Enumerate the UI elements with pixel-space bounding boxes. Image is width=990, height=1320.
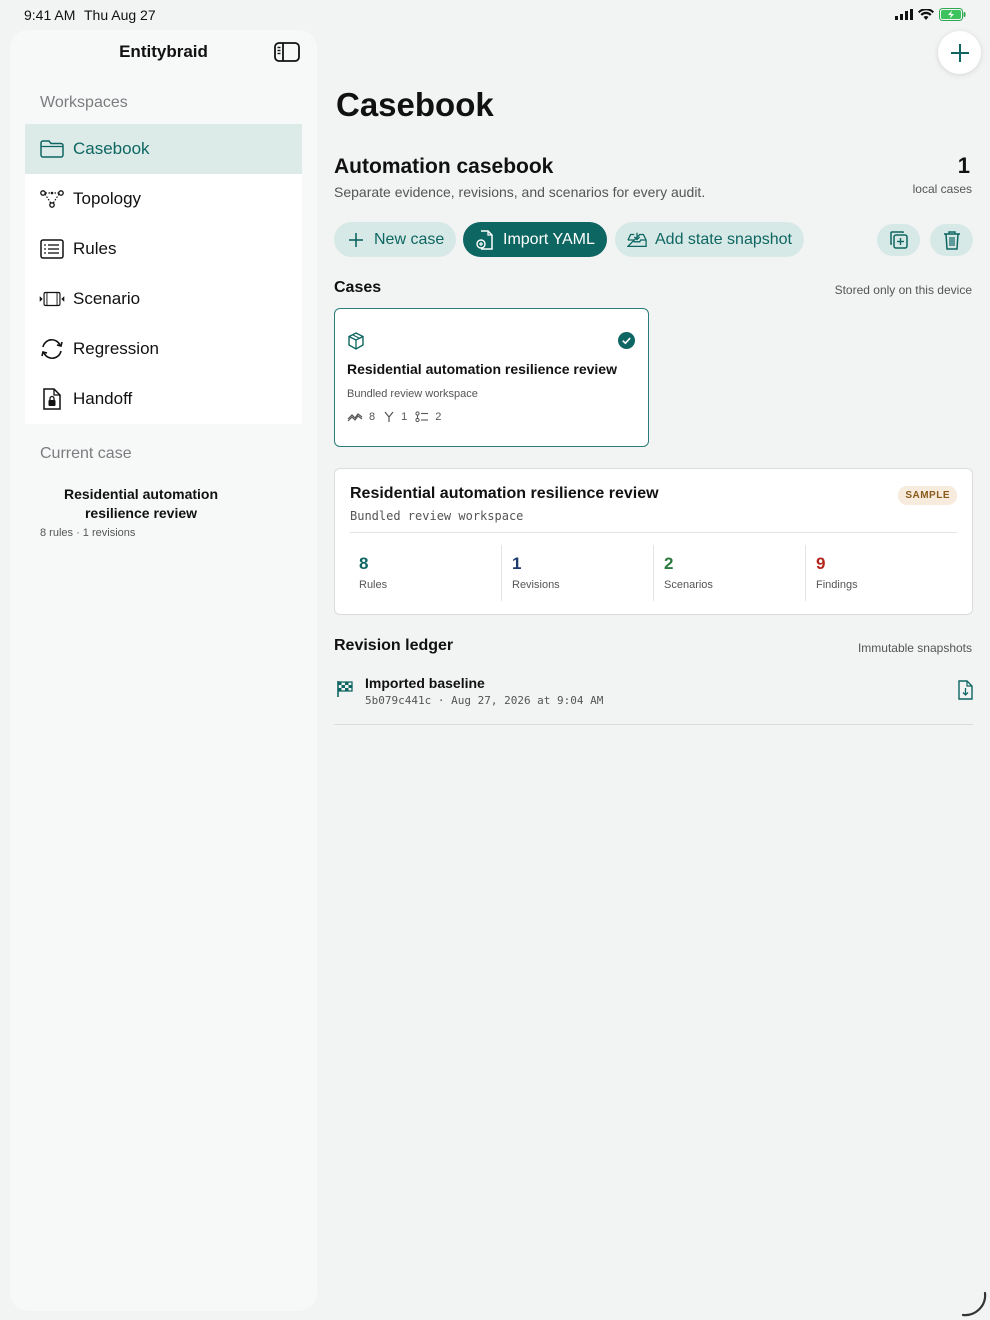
cases-storage-note: Stored only on this device: [834, 283, 972, 297]
current-case-heading: Current case: [40, 445, 132, 462]
metric-label: Scenarios: [664, 579, 713, 591]
checkered-flag-icon: [336, 680, 354, 703]
download-revision-button[interactable]: [957, 680, 973, 705]
status-icons: [895, 8, 966, 21]
rules-icon: [347, 413, 363, 422]
import-yaml-label: Import YAML: [503, 230, 595, 248]
metric-value: 8: [359, 554, 369, 573]
sidebar-item-label: Casebook: [73, 139, 150, 158]
document-download-icon: [958, 680, 973, 700]
section-title: Automation casebook: [334, 155, 554, 178]
film-icon: [39, 288, 65, 310]
import-yaml-button[interactable]: Import YAML: [463, 222, 607, 257]
case-card-revisions-count: 1: [401, 411, 408, 423]
list-icon: [39, 238, 65, 260]
revision-meta: 5b079c441c · Aug 27, 2026 at 9:04 AM: [365, 694, 604, 707]
metric-findings[interactable]: 9 Findings: [805, 545, 957, 601]
trash-icon: [943, 231, 960, 250]
add-state-snapshot-label: Add state snapshot: [655, 230, 792, 248]
workspaces-heading: Workspaces: [40, 94, 128, 111]
case-card-title: Residential automation resilience review: [347, 361, 617, 377]
page-title: Casebook: [336, 86, 494, 123]
checklist-icon: [415, 411, 429, 423]
sidebar-toggle-button[interactable]: [274, 42, 300, 62]
selected-check-icon: [618, 332, 635, 354]
sidebar: Entitybraid Workspaces Casebook Topology…: [10, 30, 317, 1311]
case-card-scenarios-count: 2: [435, 411, 442, 423]
branch-icon: [384, 411, 394, 422]
sidebar-item-scenario[interactable]: Scenario: [25, 274, 302, 324]
wifi-icon: [918, 8, 934, 20]
new-case-button[interactable]: New case: [334, 222, 457, 257]
status-date: Thu Aug 27: [84, 7, 156, 23]
add-state-snapshot-button[interactable]: Add state snapshot: [615, 222, 804, 257]
sidebar-toggle-icon: [274, 42, 300, 62]
metric-label: Revisions: [512, 579, 560, 591]
tray-download-icon: [627, 230, 647, 250]
sidebar-item-label: Handoff: [73, 389, 133, 408]
delete-case-button[interactable]: [930, 224, 973, 256]
detail-divider: [350, 532, 957, 533]
new-case-label: New case: [374, 230, 445, 248]
add-button[interactable]: [938, 31, 981, 74]
sidebar-item-rules[interactable]: Rules: [25, 224, 302, 274]
local-case-count: 1: [957, 153, 970, 178]
document-import-icon: [475, 229, 495, 250]
cases-heading: Cases: [334, 279, 382, 296]
workspace-nav: Casebook Topology Rules Scenario Regress…: [25, 124, 302, 424]
package-icon: [347, 332, 365, 355]
metric-scenarios[interactable]: 2 Scenarios: [653, 545, 805, 601]
current-case-meta: 8 rules · 1 revisions: [40, 527, 136, 539]
status-bar: 9:41 AM Thu Aug 27: [0, 0, 990, 30]
metric-value: 1: [512, 554, 522, 573]
case-detail-card: Residential automation resilience review…: [334, 468, 973, 615]
cycle-icon: [39, 338, 65, 360]
sidebar-item-label: Scenario: [73, 289, 141, 308]
case-card[interactable]: Residential automation resilience review…: [334, 308, 649, 447]
sample-badge: SAMPLE: [898, 486, 957, 505]
case-card-subtitle: Bundled review workspace: [347, 388, 478, 400]
sidebar-item-label: Rules: [73, 239, 117, 258]
signal-icon: [895, 9, 913, 20]
revision-title: Imported baseline: [365, 675, 485, 691]
revision-ledger-heading: Revision ledger: [334, 637, 454, 654]
sidebar-item-topology[interactable]: Topology: [25, 174, 302, 224]
sidebar-item-casebook[interactable]: Casebook: [25, 124, 302, 174]
metric-revisions[interactable]: 1 Revisions: [501, 545, 653, 601]
sidebar-item-label: Regression: [73, 339, 159, 358]
metric-rules[interactable]: 8 Rules: [350, 545, 502, 601]
battery-icon: [939, 8, 966, 21]
metric-label: Findings: [816, 579, 858, 591]
sidebar-item-label: Topology: [73, 189, 142, 208]
section-subtitle: Separate evidence, revisions, and scenar…: [334, 184, 706, 200]
detail-subtitle: Bundled review workspace: [350, 509, 524, 523]
duplicate-icon: [889, 231, 908, 249]
duplicate-case-button[interactable]: [877, 224, 920, 256]
topology-icon: [39, 188, 65, 210]
revision-ledger-note: Immutable snapshots: [857, 641, 972, 655]
sidebar-item-regression[interactable]: Regression: [25, 324, 302, 374]
current-case-title[interactable]: Residential automation resilience review: [30, 485, 252, 523]
case-card-rules-count: 8: [369, 411, 376, 423]
local-case-count-label: local cases: [912, 182, 972, 196]
metric-value: 2: [664, 554, 674, 573]
plus-icon: [346, 230, 366, 250]
plus-icon: [950, 43, 969, 62]
resize-handle-icon[interactable]: [960, 1290, 988, 1318]
lock-document-icon: [39, 388, 65, 410]
revision-row[interactable]: Imported baseline 5b079c441c · Aug 27, 2…: [334, 672, 973, 725]
case-card-stats: 8 1 2: [347, 411, 449, 423]
detail-title: Residential automation resilience review: [350, 485, 659, 502]
status-time: 9:41 AM: [24, 7, 76, 23]
metric-value: 9: [816, 554, 826, 573]
folder-icon: [39, 138, 65, 160]
sidebar-item-handoff[interactable]: Handoff: [25, 374, 302, 424]
metric-label: Rules: [359, 579, 388, 591]
